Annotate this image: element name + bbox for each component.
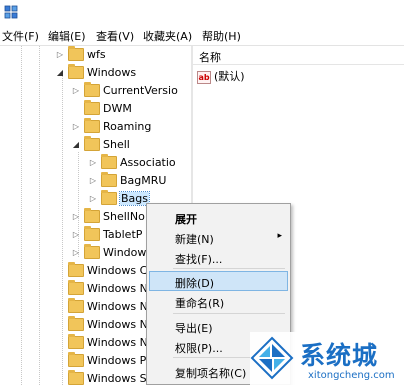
expand-arrow-icon[interactable]: ▷ <box>89 158 97 168</box>
string-value-icon: ab <box>197 70 211 84</box>
tree-node-label: Roaming <box>103 120 152 133</box>
title-bar <box>0 0 404 26</box>
submenu-arrow-icon: ▸ <box>277 231 282 241</box>
tree-node-label: Bags <box>118 191 151 206</box>
menu-item-rename[interactable]: 重命名(R) <box>149 291 288 311</box>
tree-guide-line <box>21 46 22 385</box>
menu-item-find[interactable]: 查找(F)... <box>149 247 288 267</box>
tree-node-label: Windows N <box>87 336 148 349</box>
menu-help[interactable]: 帮助(H) <box>202 28 241 44</box>
menu-item-label: 新建(N) <box>175 233 214 246</box>
menu-favorites[interactable]: 收藏夹(A) <box>143 28 192 44</box>
tree-node-label: TabletP <box>103 228 143 241</box>
folder-icon <box>101 190 117 205</box>
tree-guide-line <box>62 72 63 385</box>
tree-node-label: DWM <box>103 102 132 115</box>
tree-node-label: Shell <box>103 138 130 151</box>
watermark: 系统城 xitongcheng.com <box>250 332 404 385</box>
folder-icon <box>84 118 100 133</box>
values-column-header[interactable]: 名称 <box>193 46 404 65</box>
folder-icon <box>84 226 100 241</box>
folder-icon <box>84 100 100 115</box>
column-name-label: 名称 <box>199 51 221 64</box>
folder-icon <box>68 352 84 367</box>
tree-node-label: Windows N <box>87 318 148 331</box>
menu-item-label: 查找(F)... <box>175 253 223 266</box>
menu-item-new[interactable]: 新建(N) ▸ <box>149 227 288 247</box>
folder-icon <box>84 244 100 259</box>
folder-icon <box>68 316 84 331</box>
menu-bar: 文件(F) 编辑(E) 查看(V) 收藏夹(A) 帮助(H) <box>0 26 404 46</box>
folder-icon <box>101 154 117 169</box>
tree-node-label: Windows N <box>87 282 148 295</box>
folder-icon <box>68 334 84 349</box>
expand-arrow-icon[interactable]: ▷ <box>72 122 80 132</box>
menu-item-label: 权限(P)... <box>175 342 223 355</box>
value-row-default[interactable]: ab (默认) <box>197 68 245 84</box>
xitongcheng-logo-icon <box>250 336 294 380</box>
tree-node-label: BagMRU <box>120 174 167 187</box>
expand-arrow-icon[interactable]: ▷ <box>72 86 80 96</box>
menu-item-expand[interactable]: 展开 <box>149 207 288 227</box>
menu-item-label: 重命名(R) <box>175 297 225 310</box>
menu-item-label: 展开 <box>175 213 197 226</box>
menu-separator <box>173 268 285 269</box>
tree-node-label: ShellNo <box>103 210 145 223</box>
expand-arrow-icon[interactable]: ▷ <box>89 176 97 186</box>
tree-guide-line <box>78 152 79 257</box>
tree-node-label: Window <box>103 246 147 259</box>
tree-node-label: Associatio <box>120 156 176 169</box>
folder-icon <box>68 46 84 61</box>
tree-node-label: Windows N <box>87 300 148 313</box>
folder-icon <box>84 136 100 151</box>
folder-icon <box>68 64 84 79</box>
watermark-url: xitongcheng.com <box>308 370 395 381</box>
menu-separator <box>173 313 285 314</box>
expand-arrow-icon[interactable]: ▷ <box>72 248 80 258</box>
menu-file[interactable]: 文件(F) <box>2 28 39 44</box>
tree-guide-line <box>39 46 40 385</box>
tree-node-label: wfs <box>87 48 106 61</box>
tree-node-label: CurrentVersio <box>103 84 178 97</box>
folder-icon <box>68 280 84 295</box>
expand-arrow-icon[interactable]: ▷ <box>56 50 64 60</box>
menu-item-label: 复制项名称(C) <box>175 367 247 380</box>
expand-arrow-icon[interactable]: ▷ <box>72 212 80 222</box>
expand-arrow-icon[interactable]: ▷ <box>72 230 80 240</box>
tree-node-label: Windows C <box>87 264 148 277</box>
regedit-app-icon <box>4 5 18 19</box>
folder-icon <box>68 262 84 277</box>
folder-icon <box>101 172 117 187</box>
expand-arrow-icon[interactable]: ▷ <box>89 194 97 204</box>
watermark-title: 系统城 <box>300 341 379 370</box>
folder-icon <box>68 298 84 313</box>
folder-icon <box>68 370 84 385</box>
collapse-arrow-icon[interactable]: ◢ <box>72 140 80 150</box>
tree-node-label: Windows P <box>87 354 147 367</box>
menu-item-label: 导出(E) <box>175 322 213 335</box>
tree-node-label: Windows <box>87 66 137 79</box>
menu-item-label: 删除(D) <box>175 277 215 290</box>
collapse-arrow-icon[interactable]: ◢ <box>56 68 64 78</box>
folder-icon <box>84 82 100 97</box>
tree-node-label: Windows S <box>87 372 147 385</box>
menu-edit[interactable]: 编辑(E) <box>48 28 86 44</box>
value-name: (默认) <box>214 70 245 83</box>
menu-view[interactable]: 查看(V) <box>96 28 134 44</box>
menu-item-delete[interactable]: 删除(D) <box>149 271 288 291</box>
folder-icon <box>84 208 100 223</box>
